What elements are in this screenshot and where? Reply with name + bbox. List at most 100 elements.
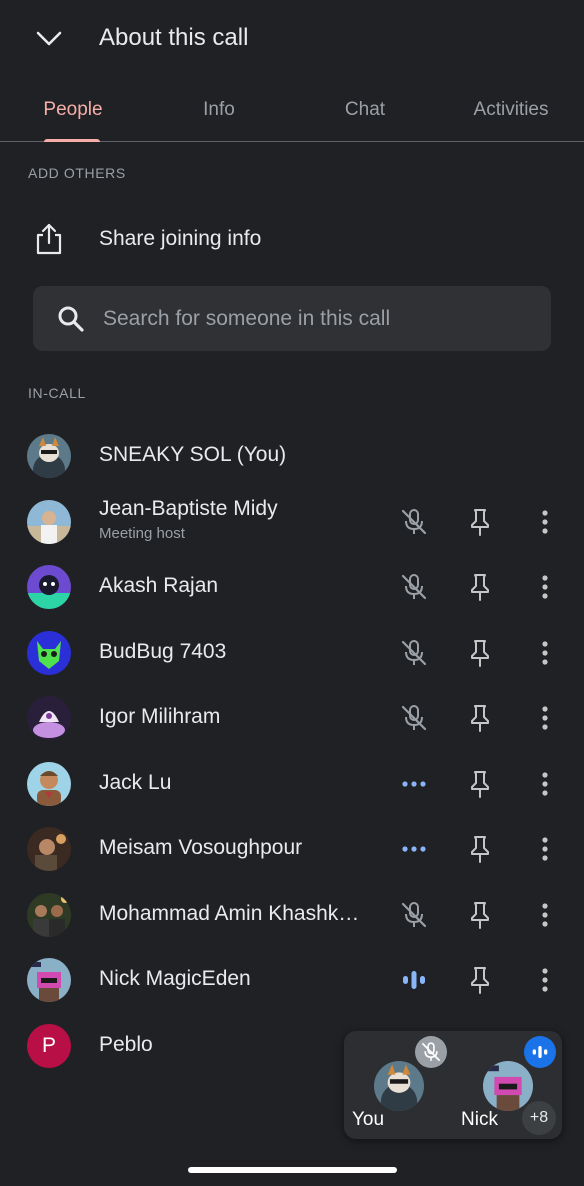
avatar (374, 1061, 424, 1111)
more-options-button[interactable] (527, 962, 563, 998)
participant-name: Jean-Baptiste Midy (99, 497, 278, 520)
participant-name: Nick MagicEden (99, 967, 251, 990)
more-options-button[interactable] (527, 700, 563, 736)
pin-button[interactable] (462, 962, 498, 998)
participant-name: Igor Milihram (99, 705, 221, 728)
collapse-button[interactable] (30, 22, 68, 56)
avatar: P (27, 1024, 71, 1068)
share-joining-info-label: Share joining info (99, 227, 262, 250)
home-indicator[interactable] (188, 1167, 397, 1173)
pin-icon (465, 572, 495, 602)
mic-off-icon (399, 572, 429, 602)
tab-people[interactable]: People (0, 78, 146, 142)
pin-button[interactable] (462, 897, 498, 933)
tab-info[interactable]: Info (146, 78, 292, 142)
more-options-button[interactable] (527, 897, 563, 933)
participant-row[interactable]: SNEAKY SOL (You) (0, 424, 584, 486)
chevron-down-icon (36, 31, 62, 46)
avatar (27, 827, 71, 871)
participant-name: Peblo (99, 1033, 153, 1056)
mute-status[interactable] (396, 897, 432, 933)
more-vert-icon (530, 507, 560, 537)
pin-icon (465, 769, 495, 799)
more-horiz-icon (399, 769, 429, 799)
avatar (27, 696, 71, 740)
pin-button[interactable] (462, 504, 498, 540)
pip-self-label: You (352, 1109, 385, 1130)
avatar (483, 1061, 533, 1111)
pin-button[interactable] (462, 635, 498, 671)
more-vert-icon (530, 638, 560, 668)
mic-off-icon (399, 638, 429, 668)
participant-name: BudBug 7403 (99, 640, 227, 663)
mute-status[interactable] (396, 504, 432, 540)
mute-status[interactable] (396, 635, 432, 671)
connecting-status (396, 766, 432, 802)
more-vert-icon (530, 703, 560, 733)
search-input[interactable] (103, 286, 533, 351)
participant-role: Meeting host (99, 525, 185, 542)
mic-off-icon (399, 900, 429, 930)
share-icon (36, 223, 62, 255)
tab-chat[interactable]: Chat (292, 78, 438, 142)
participant-row[interactable]: Jean-Baptiste Midy Meeting host (0, 490, 584, 552)
participant-row[interactable]: Jack Lu (0, 752, 584, 814)
participant-row[interactable]: Akash Rajan (0, 555, 584, 617)
tab-label: Chat (344, 99, 386, 120)
more-vert-icon (530, 834, 560, 864)
more-vert-icon (530, 965, 560, 995)
mute-status[interactable] (396, 569, 432, 605)
speaking-icon (532, 1046, 548, 1058)
active-tab-indicator (44, 139, 100, 142)
participant-row[interactable]: Igor Milihram (0, 686, 584, 748)
pip-extra-count: +8 (522, 1101, 556, 1135)
avatar (27, 893, 71, 937)
share-joining-info-button[interactable]: Share joining info (0, 208, 584, 270)
pin-button[interactable] (462, 831, 498, 867)
tab-activities[interactable]: Activities (438, 78, 584, 142)
pin-button[interactable] (462, 569, 498, 605)
tab-label: Info (203, 99, 235, 120)
participant-name: SNEAKY SOL (You) (99, 443, 287, 466)
mute-status[interactable] (396, 700, 432, 736)
avatar (27, 434, 71, 478)
participant-row[interactable]: BudBug 7403 (0, 621, 584, 683)
pin-icon (465, 965, 495, 995)
mic-off-icon (399, 703, 429, 733)
avatar (27, 565, 71, 609)
more-vert-icon (530, 769, 560, 799)
speaking-status (396, 962, 432, 998)
mic-off-icon (422, 1042, 440, 1061)
section-label-in-call: IN-CALL (28, 385, 86, 401)
more-options-button[interactable] (527, 504, 563, 540)
speaking-icon (399, 965, 429, 995)
pin-button[interactable] (462, 766, 498, 802)
pip-call-preview[interactable]: You Nick +8 (344, 1031, 562, 1139)
avatar (27, 500, 71, 544)
mic-off-icon (399, 507, 429, 537)
avatar (27, 958, 71, 1002)
more-vert-icon (530, 572, 560, 602)
pin-button[interactable] (462, 700, 498, 736)
pin-icon (465, 900, 495, 930)
more-options-button[interactable] (527, 831, 563, 867)
participant-name: Jack Lu (99, 771, 172, 794)
pin-icon (465, 834, 495, 864)
more-options-button[interactable] (527, 635, 563, 671)
pin-icon (465, 703, 495, 733)
participant-name: Meisam Vosoughpour (99, 836, 303, 859)
tab-label: People (43, 99, 103, 120)
participant-row[interactable]: Meisam Vosoughpour (0, 817, 584, 879)
more-vert-icon (530, 900, 560, 930)
participant-row[interactable]: Mohammad Amin Khashk… (0, 883, 584, 945)
tab-label: Activities (473, 99, 549, 120)
participant-row[interactable]: Nick MagicEden (0, 948, 584, 1010)
section-label-add-others: ADD OTHERS (28, 165, 126, 181)
pip-other-label: Nick (461, 1109, 498, 1130)
tab-bar: People Info Chat Activities (0, 78, 584, 142)
more-options-button[interactable] (527, 766, 563, 802)
avatar (27, 762, 71, 806)
pip-speaking-badge (524, 1036, 556, 1068)
more-options-button[interactable] (527, 569, 563, 605)
connecting-status (396, 831, 432, 867)
